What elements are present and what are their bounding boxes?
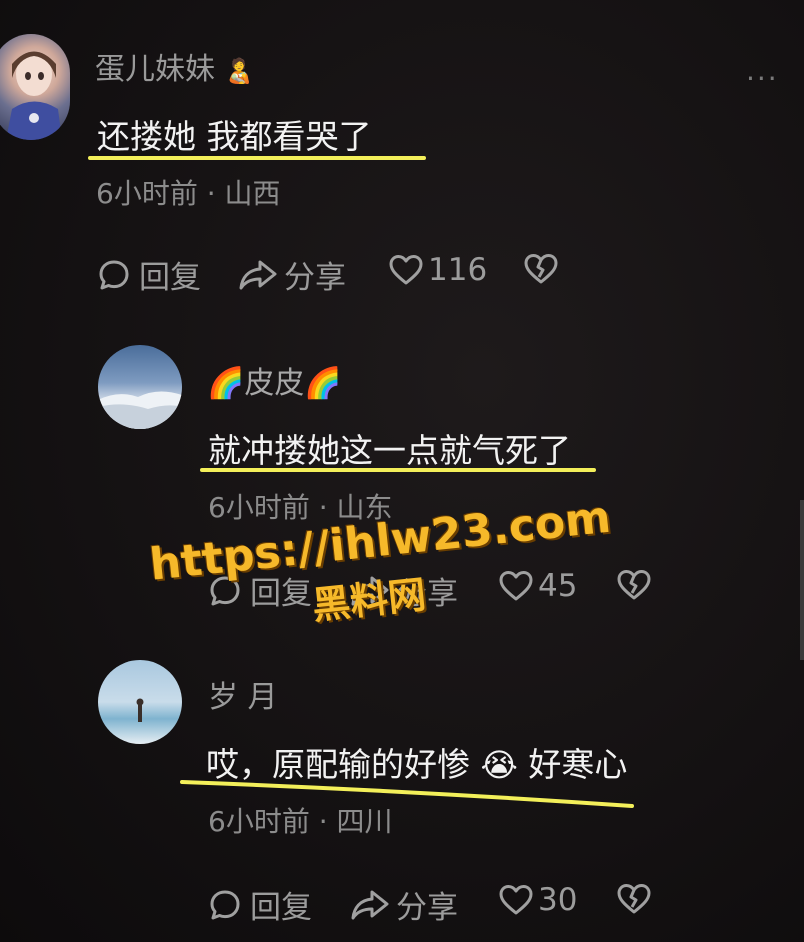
share-label: 分享 <box>396 890 458 926</box>
like-button[interactable]: 30 <box>498 882 577 918</box>
like-button[interactable]: 45 <box>498 568 577 604</box>
broken-heart-icon <box>523 252 559 286</box>
highlight-underline <box>200 468 596 472</box>
reply-label: 回复 <box>250 890 312 926</box>
comment-text: 还搂她 我都看哭了 <box>97 117 372 156</box>
share-button[interactable]: 分享 <box>350 882 458 927</box>
highlight-underline <box>88 156 426 160</box>
comment-username[interactable]: 蛋儿妹妹 🧑‍🍼 <box>95 44 254 88</box>
username-text: 蛋儿妹妹 <box>95 52 215 87</box>
avatar[interactable] <box>0 34 70 140</box>
broken-heart-icon <box>616 568 652 602</box>
heart-icon <box>388 253 424 287</box>
comment-meta: 6小时前 · 山西 <box>96 177 281 210</box>
heart-icon <box>498 569 534 603</box>
like-count: 30 <box>538 882 578 918</box>
share-label: 分享 <box>284 260 346 296</box>
dislike-button[interactable] <box>616 882 652 916</box>
avatar[interactable] <box>98 660 182 744</box>
watermark-name: 黑料网 <box>310 572 429 628</box>
comment-bubble-icon <box>208 888 242 922</box>
reply-button[interactable]: 回复 <box>97 252 201 297</box>
heart-icon <box>498 883 534 917</box>
share-button[interactable]: 分享 <box>238 252 346 297</box>
more-options-button[interactable]: ··· <box>746 62 779 95</box>
comment-bubble-icon <box>97 258 131 292</box>
dislike-button[interactable] <box>523 252 559 286</box>
reply-button[interactable]: 回复 <box>208 882 312 927</box>
share-arrow-icon <box>238 258 278 292</box>
like-count: 45 <box>538 568 578 604</box>
like-button[interactable]: 116 <box>388 252 487 288</box>
avatar[interactable] <box>98 345 182 429</box>
scrollbar[interactable] <box>800 500 804 660</box>
share-arrow-icon <box>350 888 390 922</box>
dislike-button[interactable] <box>616 568 652 602</box>
comment-meta: 6小时前 · 四川 <box>208 805 393 838</box>
comment-username[interactable]: 🌈皮皮🌈 <box>207 358 342 402</box>
like-count: 116 <box>428 252 488 288</box>
comment-username[interactable]: 岁 月 <box>208 672 278 716</box>
comment-text: 就冲搂她这一点就气死了 <box>208 431 571 470</box>
badge-emoji: 🧑‍🍼 <box>224 57 255 85</box>
broken-heart-icon <box>616 882 652 916</box>
reply-label: 回复 <box>139 260 201 296</box>
